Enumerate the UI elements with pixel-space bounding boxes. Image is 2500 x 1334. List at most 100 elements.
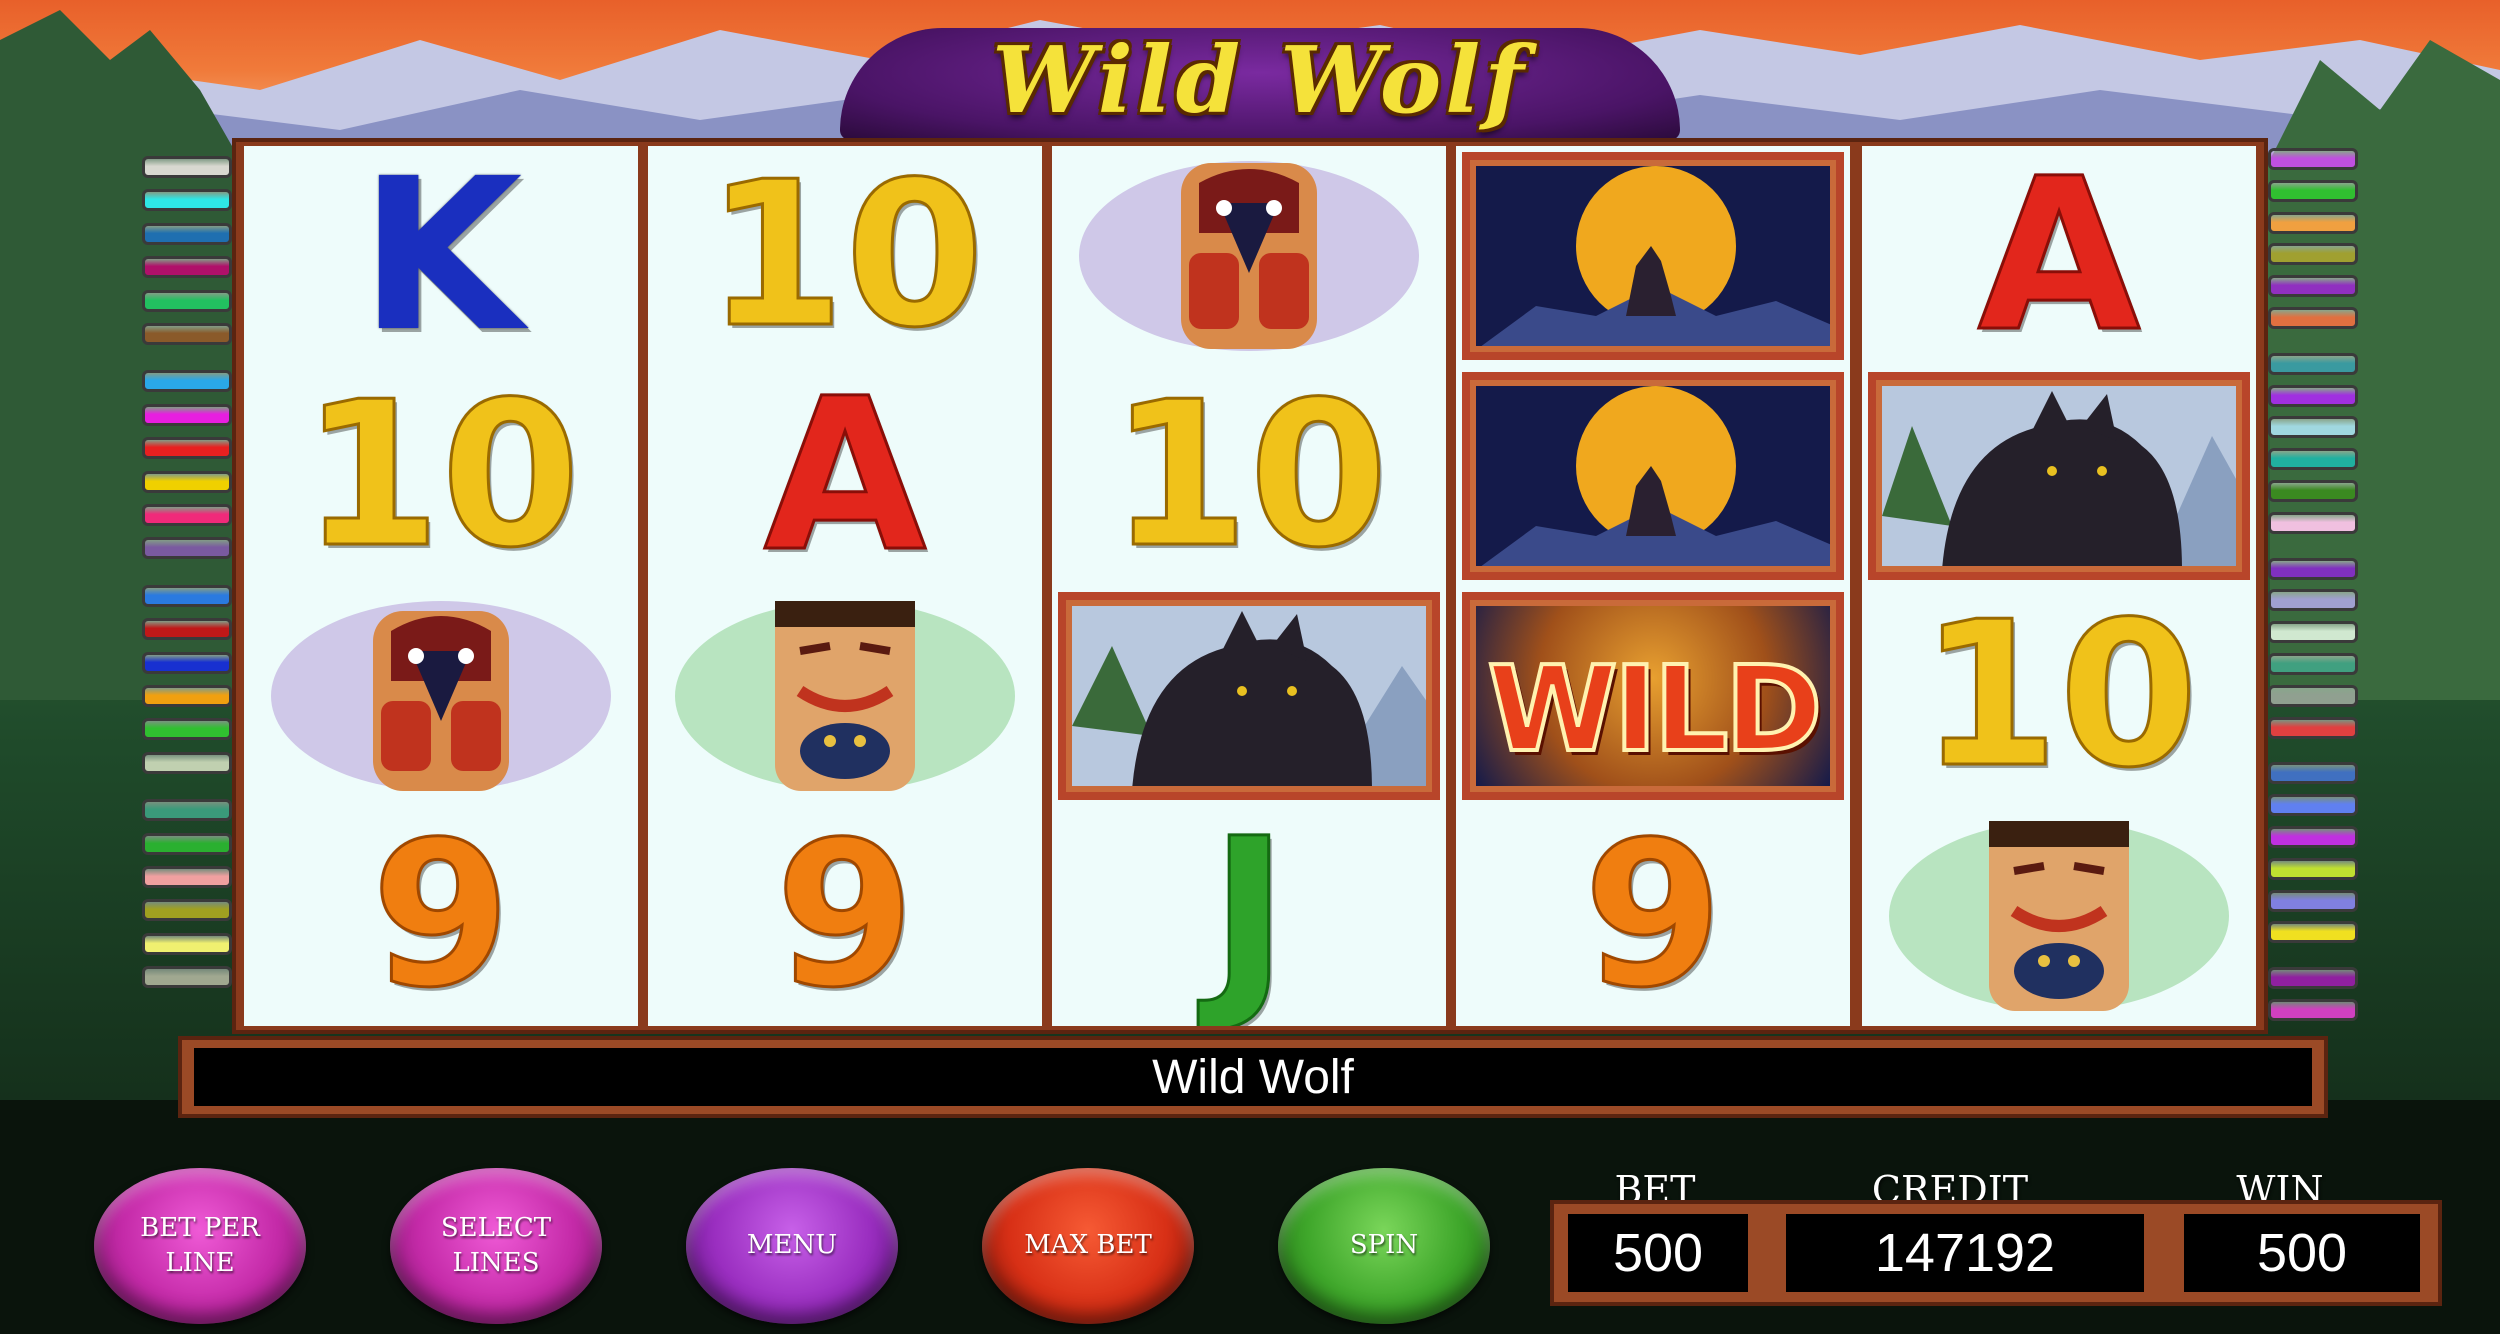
black-wolf-frame bbox=[1868, 372, 2250, 580]
raven-totem-icon-graphic bbox=[1079, 161, 1419, 351]
raven-totem-icon bbox=[244, 586, 638, 806]
spin-button[interactable]: SPIN bbox=[1278, 1168, 1490, 1324]
howling-wolf-frame bbox=[1462, 152, 1844, 360]
menu-label: MENU bbox=[746, 1230, 838, 1261]
symbol-label: J bbox=[1208, 806, 1289, 1026]
payline-light bbox=[142, 323, 232, 345]
symbol-label: 10 bbox=[1918, 586, 2199, 806]
symbol-label: 9 bbox=[370, 806, 512, 1026]
symbol-10: 10 bbox=[1862, 586, 2256, 806]
payline-light bbox=[2268, 275, 2358, 298]
howling-wolf-moon-graphic bbox=[1476, 386, 1830, 566]
black-wolf-frame bbox=[1058, 592, 1440, 800]
symbol-10: 10 bbox=[1052, 366, 1446, 586]
payline-light bbox=[142, 799, 232, 822]
max-bet-label: MAX BET bbox=[1024, 1230, 1152, 1261]
reel-5: A 10 bbox=[1862, 146, 2256, 1026]
payline-light bbox=[2268, 762, 2358, 785]
frog-totem-icon bbox=[1862, 806, 2256, 1026]
bet-per-line-label: BET PER LINE bbox=[140, 1212, 260, 1278]
black-wolf-icon bbox=[1862, 366, 2256, 586]
frog-totem-icon bbox=[648, 586, 1042, 806]
payline-light bbox=[142, 470, 232, 493]
payline-light bbox=[2268, 857, 2358, 880]
payline-light bbox=[142, 751, 232, 774]
howling-wolf-scene bbox=[1476, 166, 1830, 346]
payline-light bbox=[2268, 307, 2358, 329]
payline-light bbox=[142, 504, 232, 526]
payline-light bbox=[2268, 653, 2358, 675]
payline-light bbox=[2268, 211, 2358, 234]
symbol-label: 10 bbox=[300, 366, 581, 586]
payline-light bbox=[142, 685, 232, 707]
symbol-9: 9 bbox=[648, 806, 1042, 1026]
payline-light bbox=[2268, 794, 2358, 817]
menu-button[interactable]: MENU bbox=[686, 1168, 898, 1324]
black-wolf-graphic bbox=[1882, 386, 2236, 566]
payline-light bbox=[142, 718, 232, 741]
reel-2: 10 A 9 bbox=[648, 146, 1042, 1026]
payline-light bbox=[142, 289, 232, 312]
payline-light bbox=[2268, 179, 2358, 202]
payline-light bbox=[2268, 921, 2358, 944]
payline-light bbox=[2268, 621, 2358, 644]
payline-light bbox=[2268, 826, 2358, 848]
raven-totem-icon-graphic bbox=[271, 601, 611, 791]
spin-label: SPIN bbox=[1349, 1230, 1419, 1261]
payline-light bbox=[142, 932, 232, 955]
payline-light bbox=[142, 156, 232, 178]
message-bar: Wild Wolf bbox=[178, 1036, 2328, 1118]
payline-light bbox=[142, 437, 232, 460]
game-logo: Wild Wolf bbox=[780, 20, 1740, 140]
payline-light bbox=[142, 222, 232, 245]
payline-indicators-right bbox=[2268, 148, 2358, 1024]
payline-light bbox=[2268, 416, 2358, 439]
black-wolf-portrait bbox=[1072, 606, 1426, 786]
howling-wolf-moon-icon bbox=[1456, 366, 1850, 586]
reel-1: K 10 9 bbox=[244, 146, 638, 1026]
payline-light bbox=[2268, 480, 2358, 502]
game-title: Wild Wolf bbox=[992, 26, 1528, 134]
wild-frame: WILD bbox=[1462, 592, 1844, 800]
howling-wolf-frame bbox=[1462, 372, 1844, 580]
payline-light bbox=[142, 189, 232, 212]
payline-light bbox=[2268, 999, 2358, 1021]
symbol-9: 9 bbox=[244, 806, 638, 1026]
symbol-a: A bbox=[1862, 146, 2256, 366]
symbol-label: 10 bbox=[1108, 366, 1389, 586]
payline-light bbox=[142, 899, 232, 922]
payline-light bbox=[142, 370, 232, 393]
payline-light bbox=[2268, 243, 2358, 266]
reels-grid: K 10 9 10 A 9 10 J WILD 9 A 10 bbox=[244, 146, 2256, 1026]
payline-light bbox=[2268, 889, 2358, 912]
payline-light bbox=[142, 256, 232, 279]
frog-totem-icon-graphic bbox=[1889, 821, 2229, 1011]
payline-light bbox=[142, 651, 232, 674]
bet-per-line-button[interactable]: BET PER LINE bbox=[94, 1168, 306, 1324]
wild-label: WILD bbox=[1485, 638, 1824, 780]
payline-light bbox=[2268, 511, 2358, 534]
symbol-label: 9 bbox=[1582, 806, 1724, 1026]
payline-light bbox=[2268, 352, 2358, 375]
symbol-label: 9 bbox=[774, 806, 916, 1026]
symbol-label: A bbox=[1976, 146, 2142, 366]
symbol-label: 10 bbox=[704, 146, 985, 366]
max-bet-button[interactable]: MAX BET bbox=[982, 1168, 1194, 1324]
wild-icon: WILD bbox=[1456, 586, 1850, 806]
symbol-10: 10 bbox=[244, 366, 638, 586]
payline-light bbox=[2268, 148, 2358, 170]
reel-3: 10 J bbox=[1052, 146, 1446, 1026]
black-wolf-portrait bbox=[1882, 386, 2236, 566]
symbol-label: A bbox=[762, 366, 928, 586]
payline-light bbox=[2268, 589, 2358, 612]
payline-light bbox=[142, 618, 232, 641]
payline-light bbox=[2268, 384, 2358, 407]
meters-panel: 500 147192 500 bbox=[1550, 1200, 2442, 1306]
bet-value: 500 bbox=[1568, 1214, 1748, 1292]
payline-light bbox=[2268, 967, 2358, 990]
howling-wolf-moon-icon bbox=[1456, 146, 1850, 366]
payline-light bbox=[2268, 448, 2358, 471]
payline-light bbox=[142, 966, 232, 989]
black-wolf-icon bbox=[1052, 586, 1446, 806]
select-lines-button[interactable]: SELECT LINES bbox=[390, 1168, 602, 1324]
